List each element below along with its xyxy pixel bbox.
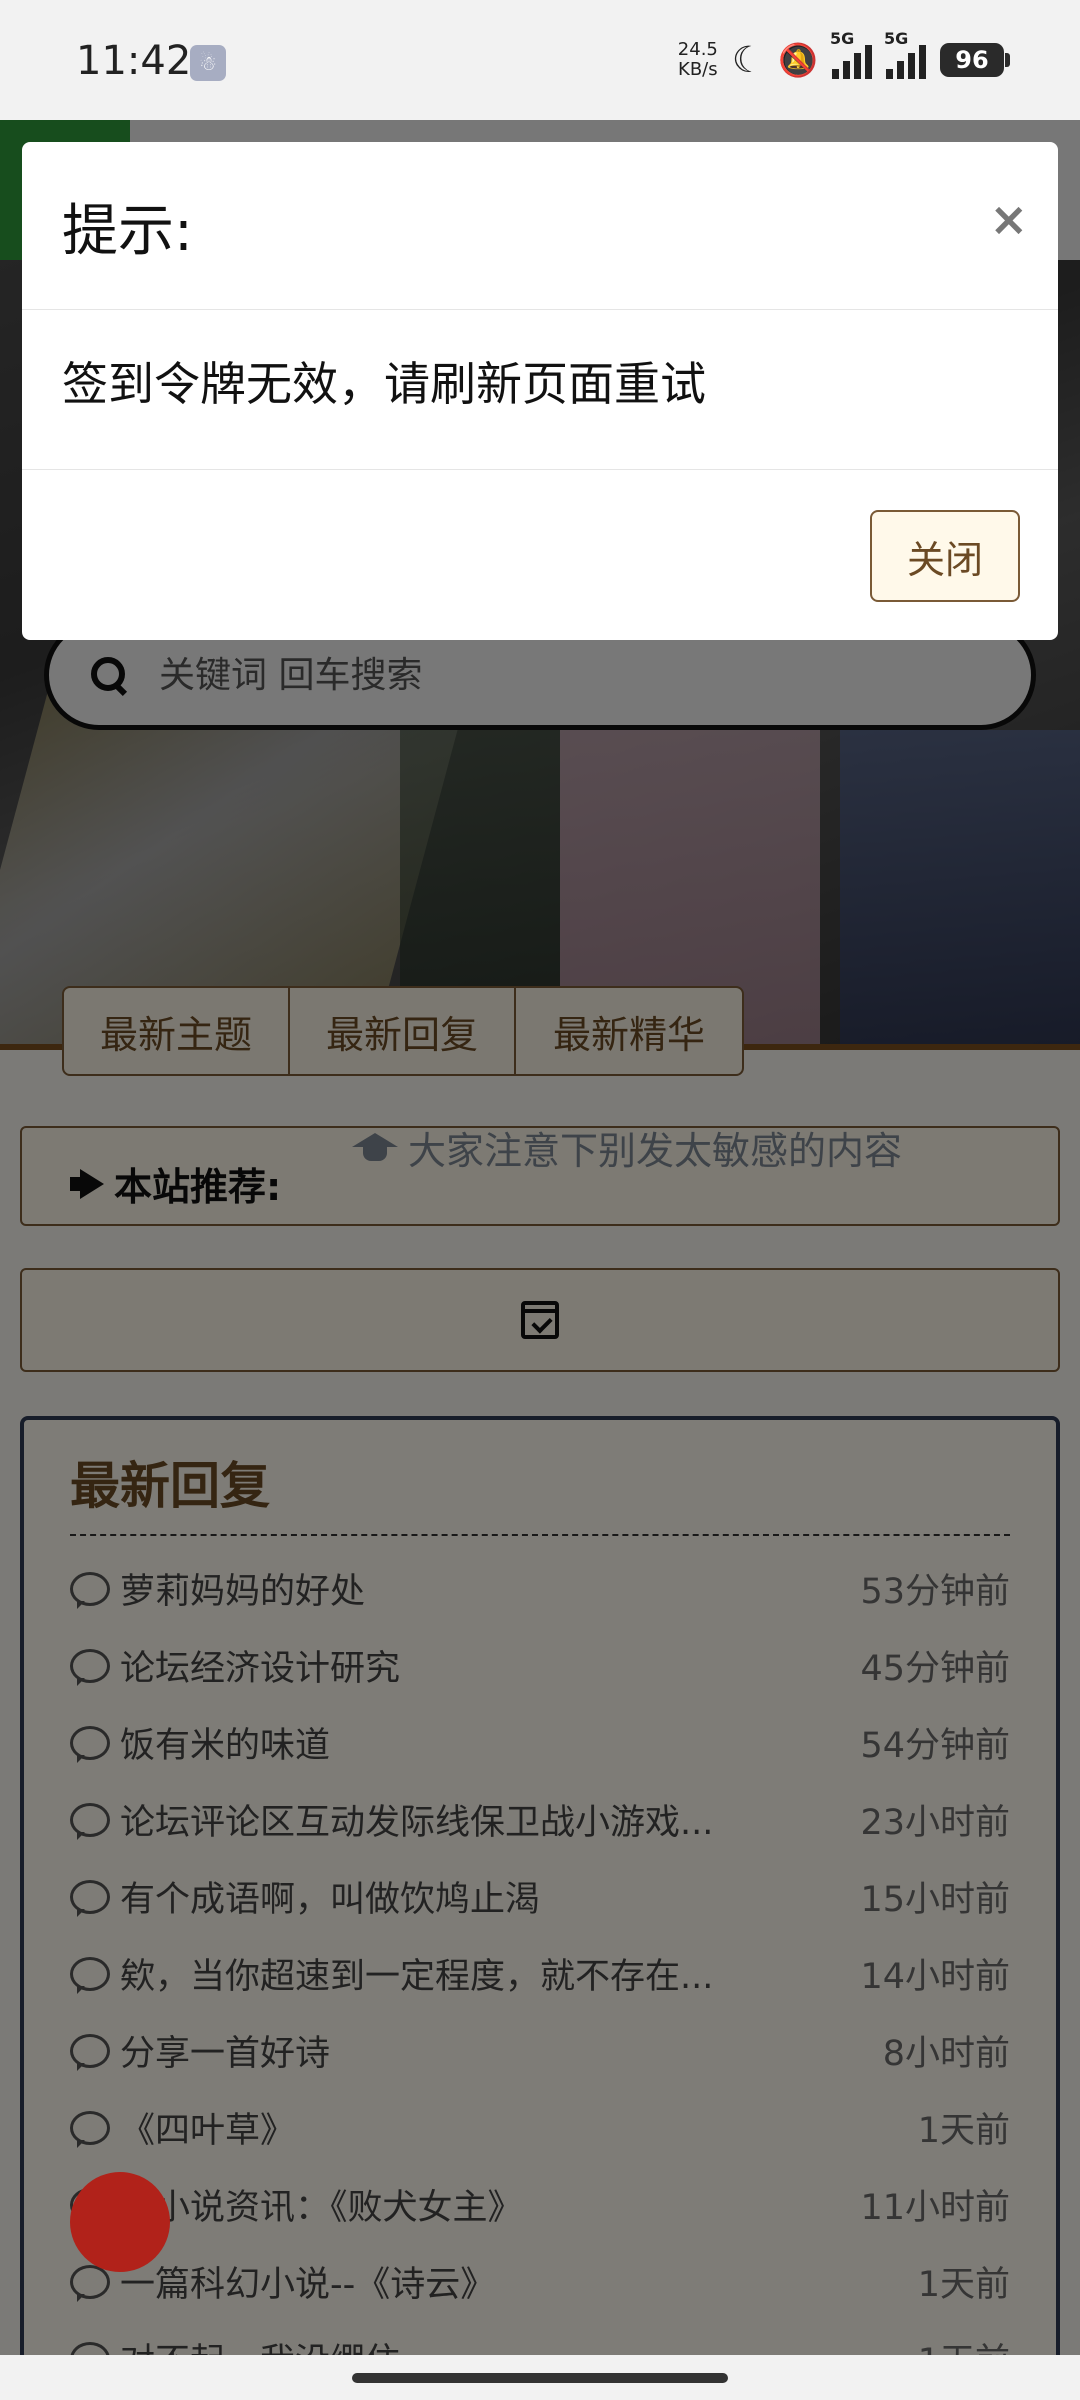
- close-button[interactable]: 关闭: [870, 510, 1020, 602]
- floating-action-button[interactable]: [70, 2172, 170, 2272]
- home-gesture-handle[interactable]: [352, 2373, 728, 2383]
- status-bar: 11:42 ☃ 24.5 KB/s ☾ 🔕 5G 5G 96: [0, 0, 1080, 120]
- dialog-title: 提示:: [62, 199, 193, 264]
- signal-2-icon: 5G: [884, 29, 926, 79]
- signal-1-icon: 5G: [830, 29, 872, 79]
- bell-muted-icon: 🔕: [778, 41, 818, 79]
- status-time: 11:42: [76, 38, 192, 84]
- dialog-body: 签到令牌无效，请刷新页面重试: [22, 310, 1058, 470]
- dialog-header: 提示: ×: [22, 142, 1058, 310]
- dialog-message: 签到令牌无效，请刷新页面重试: [62, 357, 706, 411]
- alert-dialog: 提示: × 签到令牌无效，请刷新页面重试 关闭: [22, 142, 1058, 640]
- app-notification-icon: ☃: [190, 45, 226, 81]
- network-speed: 24.5 KB/s: [677, 39, 718, 80]
- battery-icon: 96: [940, 43, 1010, 77]
- moon-icon: ☾: [731, 39, 765, 81]
- navigation-bar: [0, 2355, 1080, 2400]
- close-icon[interactable]: ×: [989, 192, 1028, 246]
